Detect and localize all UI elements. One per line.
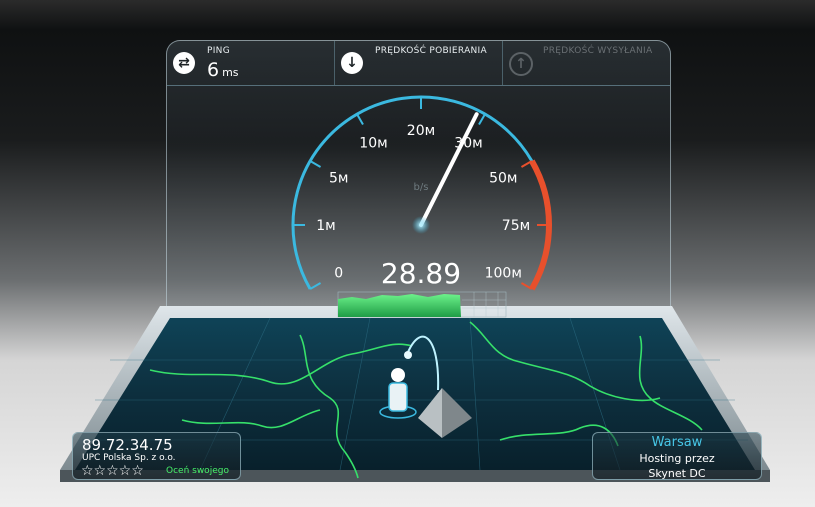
server-host-name: Skynet DC <box>648 467 706 480</box>
tick-label-20m: 20м <box>407 123 435 139</box>
client-ip: 89.72.34.75 <box>82 436 173 454</box>
gauge-and-map: 0 1м 5м 10м 20м 30м 50м 75м 100м b/s 28.… <box>60 95 770 482</box>
connection-point <box>404 351 412 359</box>
tick-label-100m: 100м <box>485 266 522 282</box>
tick-label-5m: 5м <box>329 171 348 187</box>
tick-label-1m: 1м <box>316 218 335 234</box>
needle-hub <box>412 216 430 234</box>
client-isp: UPC Polska Sp. z o.o. <box>82 453 176 463</box>
rate-isp-link[interactable]: Oceń swojego <box>166 466 229 476</box>
tick-label-10m: 10м <box>359 136 387 152</box>
client-info-box: 89.72.34.75 UPC Polska Sp. z o.o. ☆☆☆☆☆ … <box>72 432 241 480</box>
tick-label-0: 0 <box>334 266 343 282</box>
speed-graph-fill <box>338 294 461 317</box>
gauge-tick <box>309 160 322 168</box>
server-city[interactable]: Warsaw <box>593 435 761 450</box>
gauge-tick <box>478 113 486 126</box>
server-hosting-label: Hosting przez <box>639 452 715 465</box>
speed-reading: 28.89 <box>381 257 461 290</box>
gauge-unit: b/s <box>414 182 429 193</box>
gauge-tick <box>356 113 364 126</box>
server-info-box: Warsaw Hosting przez Skynet DC <box>592 432 762 480</box>
gauge-tick <box>309 282 322 290</box>
rating-stars[interactable]: ☆☆☆☆☆ <box>81 463 144 479</box>
tick-label-50m: 50м <box>489 171 517 187</box>
tick-label-75m: 75м <box>502 218 530 234</box>
